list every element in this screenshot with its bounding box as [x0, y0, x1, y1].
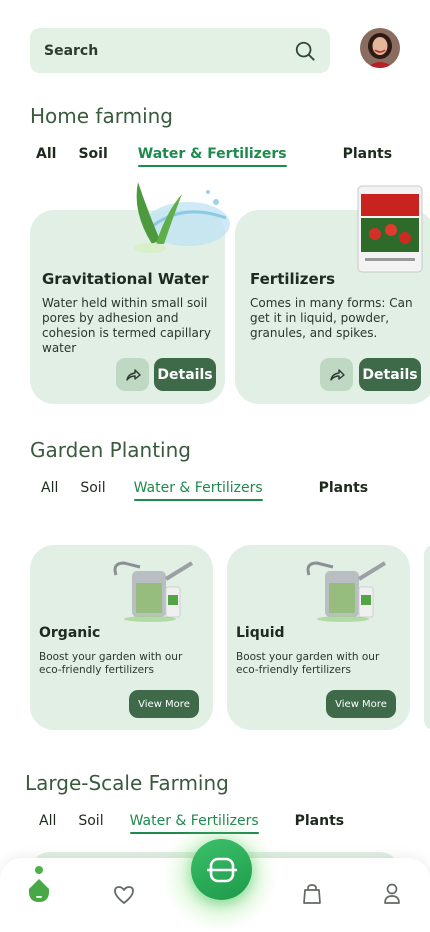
watering-can-image	[113, 561, 194, 622]
tab-soil[interactable]: Soil	[80, 480, 105, 496]
card-description: Comes in many forms: Can get it in liqui…	[250, 296, 413, 340]
home-icon[interactable]	[26, 866, 52, 910]
heart-icon[interactable]	[113, 885, 135, 905]
bag-icon[interactable]	[302, 883, 322, 905]
card-title: Fertilizers	[250, 270, 336, 288]
avatar[interactable]	[360, 28, 400, 68]
search-bar[interactable]: Search	[30, 28, 330, 73]
profile-icon[interactable]	[383, 883, 401, 905]
aloe-water-image	[134, 182, 230, 253]
card-title: Organic	[39, 625, 101, 641]
share-button[interactable]	[116, 358, 149, 391]
section-title-large-scale-farming: Large-Scale Farming	[25, 771, 229, 795]
card-title: Gravitational Water	[42, 270, 209, 288]
card-title: Liquid	[236, 625, 285, 641]
tabs-garden-planting: All Soil Water & Fertilizers Plants	[41, 480, 390, 501]
view-more-button[interactable]: View More	[129, 690, 199, 718]
tab-plants[interactable]: Plants	[343, 146, 393, 162]
tab-water-fertilizers[interactable]: Water & Fertilizers	[137, 146, 287, 167]
tab-water-fertilizers[interactable]: Water & Fertilizers	[133, 480, 263, 501]
tab-plants[interactable]: Plants	[319, 480, 369, 496]
section-title-garden-planting: Garden Planting	[30, 438, 191, 462]
details-button[interactable]: Details	[154, 358, 216, 391]
card-liquid[interactable]: Liquid Boost your garden with our eco-fr…	[227, 545, 410, 730]
view-more-button[interactable]: View More	[326, 690, 396, 718]
card-description: Water held within small soil pores by ad…	[42, 296, 211, 355]
tab-all[interactable]: All	[41, 480, 58, 496]
tabs-home-farming: All Soil Water & Fertilizers Plants	[36, 146, 414, 167]
card-fertilizers[interactable]: Fertilizers Comes in many forms: Can get…	[235, 185, 430, 404]
search-icon[interactable]	[294, 40, 316, 62]
card-gravitational-water[interactable]: Gravitational Water Water held within sm…	[30, 182, 230, 404]
share-icon	[125, 368, 141, 381]
tab-all[interactable]: All	[39, 813, 56, 829]
card-peek[interactable]	[424, 545, 430, 730]
search-input[interactable]: Search	[44, 43, 294, 59]
tab-soil[interactable]: Soil	[78, 146, 107, 162]
card-description: Boost your garden with our eco-friendly …	[236, 651, 380, 676]
share-icon	[329, 368, 345, 381]
card-description: Boost your garden with our eco-friendly …	[39, 651, 183, 676]
scan-icon	[206, 857, 237, 882]
tab-plants[interactable]: Plants	[295, 813, 345, 829]
scan-button[interactable]	[191, 839, 252, 900]
watering-can-image	[306, 561, 387, 622]
fertilizer-bag-image	[357, 185, 423, 273]
tab-all[interactable]: All	[36, 146, 56, 162]
share-button[interactable]	[320, 358, 353, 391]
tab-soil[interactable]: Soil	[78, 813, 103, 829]
details-button[interactable]: Details	[359, 358, 421, 391]
section-title-home-farming: Home farming	[30, 104, 173, 128]
card-organic[interactable]: Organic Boost your garden with our eco-f…	[30, 545, 213, 730]
